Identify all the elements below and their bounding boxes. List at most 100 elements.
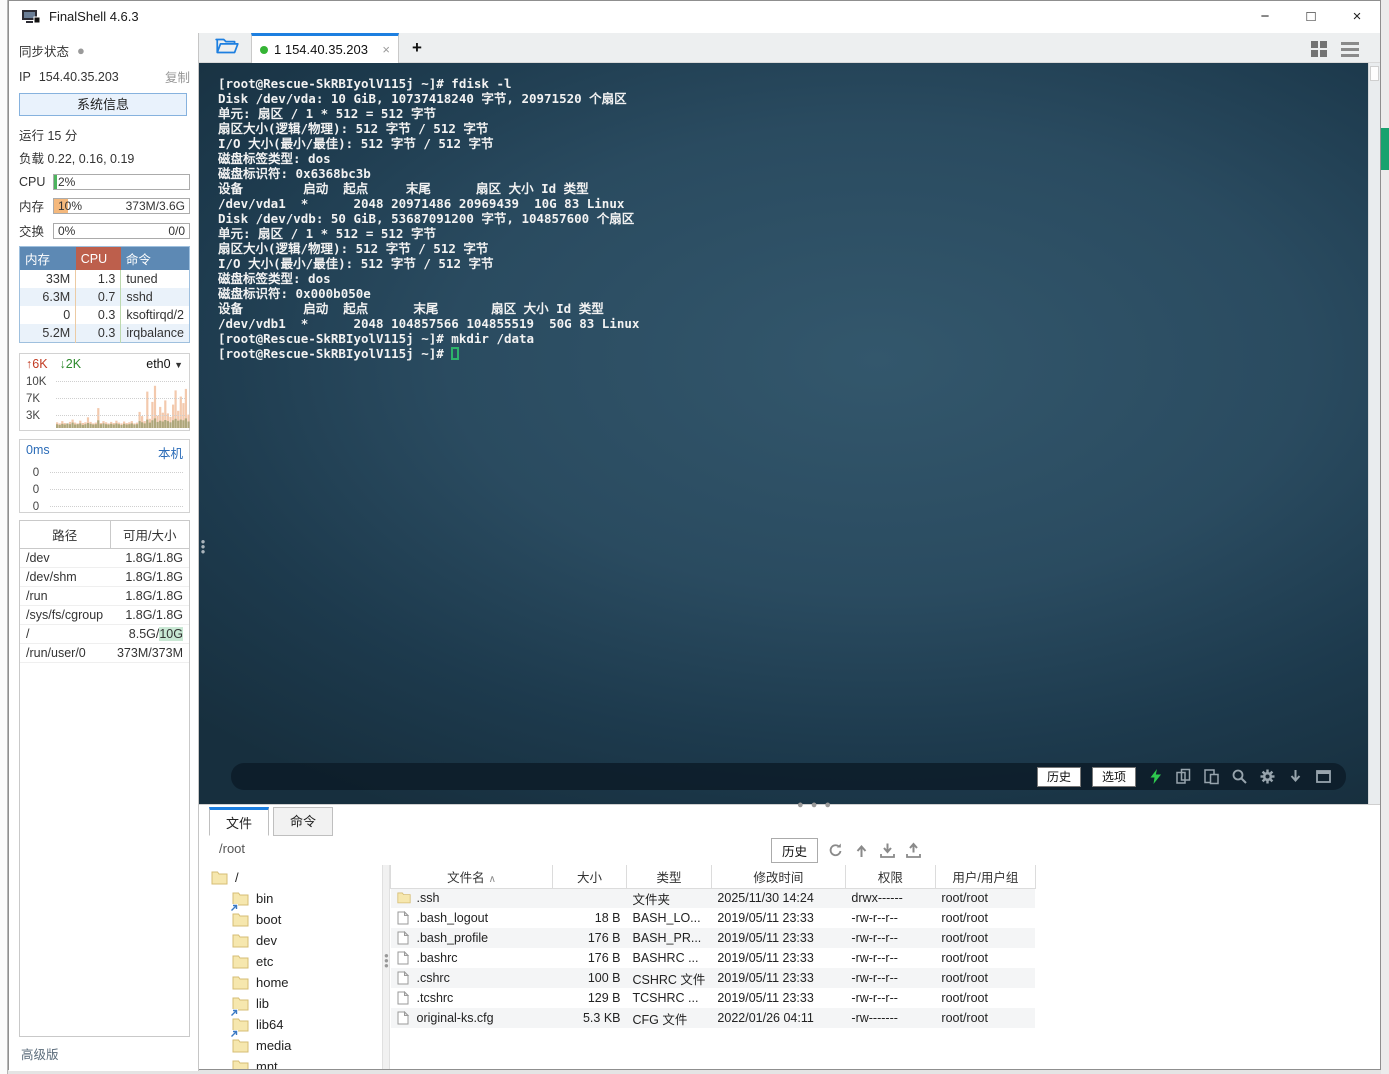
file-name-cell: original-ks.cfg [391,1008,553,1028]
file-size: 176 B [553,948,627,968]
terminal-scrollbar[interactable] [1368,63,1380,804]
disk-path: / [20,625,110,644]
uptime-label: 运行 15 分 [19,125,190,144]
options-button[interactable]: 选项 [1092,767,1136,787]
file-row[interactable]: .bash_logout18 BBASH_LO...2019/05/11 23:… [391,908,1036,928]
download-icon[interactable] [879,842,896,859]
tree-splitter[interactable]: ●●● [382,865,390,1069]
interface-selector[interactable]: eth0 ▼ [146,357,183,371]
window-icon[interactable] [1315,768,1332,785]
tree-item-bin[interactable]: bin [199,888,382,909]
folder-icon [232,933,249,948]
file-type: BASH_LO... [627,908,712,928]
settings-icon[interactable] [1259,768,1276,785]
file-permissions: -rw-r--r-- [845,988,935,1008]
new-tab-button[interactable]: + [405,35,429,61]
disk-usage-panel: 路径可用/大小 /dev1.8G/1.8G/dev/shm1.8G/1.8G/r… [19,520,190,1037]
path-history-button[interactable]: 历史 [771,838,818,863]
file-row[interactable]: original-ks.cfg5.3 KBCFG 文件2022/01/26 04… [391,1008,1036,1028]
system-info-button[interactable]: 系统信息 [19,93,187,116]
tab-session-1[interactable]: 1 154.40.35.203 × [251,33,399,63]
tab-files[interactable]: 文件 [209,807,269,836]
close-button[interactable]: × [1334,1,1380,33]
edition-label[interactable]: 高级版 [21,1044,59,1063]
file-table: 文件名∧大小类型修改时间权限用户/用户组 .ssh文件夹2025/11/30 1… [390,865,1036,1028]
file-name-cell: .tcshrc [391,988,553,1008]
terminal-line: [root@Rescue-SkRBIyolV115j ~]# mkdir /da… [218,331,1368,346]
tree-item-media[interactable]: media [199,1035,382,1056]
grid-view-icon[interactable] [1310,40,1328,58]
app-icon [21,9,41,25]
load-label: 负载 0.22, 0.16, 0.19 [19,148,190,167]
folder-icon [232,912,249,927]
refresh-icon[interactable] [827,842,844,859]
history-button[interactable]: 历史 [1037,767,1081,787]
tree-item-root[interactable]: / [199,867,382,888]
scrollbar-thumb[interactable] [1370,66,1379,81]
tab-commands[interactable]: 命令 [273,807,333,836]
tree-item-home[interactable]: home [199,972,382,993]
lightning-icon[interactable] [1147,768,1164,785]
meter-mem: 内存10%373M/3.6G [19,196,190,215]
path-bar[interactable]: /root 历史 [199,836,1380,864]
disk-usage: 1.8G/1.8G [110,587,189,606]
process-header-mem[interactable]: 内存 [20,247,76,271]
file-table-header-2[interactable]: 类型 [627,865,712,888]
meter-percent: 10% [58,199,82,213]
search-icon[interactable] [1231,768,1248,785]
network-chart: 10K7K3K [26,376,185,427]
file-table-header-4[interactable]: 权限 [845,865,935,888]
process-row: 5.2M0.3irqbalance [20,324,190,343]
process-header-cmd[interactable]: 命令 [121,247,190,271]
tree-item-label: dev [256,933,277,948]
file-table-header-3[interactable]: 修改时间 [711,865,845,888]
meter-bar: 0%0/0 [53,223,190,239]
tree-item-mnt[interactable]: mnt [199,1056,382,1069]
file-size: 18 B [553,908,627,928]
current-path[interactable]: /root [219,841,245,856]
download-arrow-icon[interactable] [1287,768,1304,785]
connection-manager-button[interactable] [209,36,245,61]
file-row[interactable]: .tcshrc129 BTCSHRC ...2019/05/11 23:33-r… [391,988,1036,1008]
copy-ip-link[interactable]: 复制 [165,67,190,86]
panel-resize-handle[interactable]: ● ● ● [797,799,833,811]
tree-item-lib64[interactable]: lib64 [199,1014,382,1035]
sync-status-label: 同步状态 [19,41,69,60]
maximize-button[interactable]: □ [1288,1,1334,33]
terminal-line: 扇区大小(逻辑/物理): 512 字节 / 512 字节 [218,241,1368,256]
tab-close-icon[interactable]: × [382,42,390,57]
tree-item-etc[interactable]: etc [199,951,382,972]
terminal-cursor [451,347,459,360]
file-type: 文件夹 [627,888,712,908]
transfer-up-icon[interactable] [853,842,870,859]
tree-item-boot[interactable]: boot [199,909,382,930]
copy-icon[interactable] [1175,768,1192,785]
file-table-header-0[interactable]: 文件名∧ [391,865,553,888]
file-table-header-1[interactable]: 大小 [553,865,627,888]
process-header-cpu[interactable]: CPU [76,247,121,271]
ping-gridline [50,489,183,490]
paste-icon[interactable] [1203,768,1220,785]
minimize-button[interactable]: − [1242,1,1288,33]
file-row[interactable]: .bashrc176 BBASHRC ...2019/05/11 23:33-r… [391,948,1036,968]
symlink-overlay-icon [230,1005,238,1013]
panel-tabs: 文件 命令 [199,807,333,836]
disk-total: 1.8G [156,608,183,622]
title-bar: FinalShell 4.6.3 − □ × [9,1,1380,33]
tree-item-lib[interactable]: lib [199,993,382,1014]
file-row[interactable]: .ssh文件夹2025/11/30 14:24drwx------root/ro… [391,888,1036,908]
disk-path: /run/user/0 [20,644,110,663]
process-command: tuned [121,270,190,288]
file-row[interactable]: .cshrc100 BCSHRC 文件2019/05/11 23:33-rw-r… [391,968,1036,988]
sidebar-splitter-handle[interactable]: ●●● [199,539,207,554]
menu-icon[interactable] [1340,40,1360,58]
upload-icon[interactable] [905,842,922,859]
terminal[interactable]: [root@Rescue-SkRBIyolV115j ~]# fdisk -lD… [199,63,1368,804]
ping-row: 0 [26,464,183,481]
file-row[interactable]: .bash_profile176 BBASH_PR...2019/05/11 2… [391,928,1036,948]
tree-item-dev[interactable]: dev [199,930,382,951]
file-name-wrap: original-ks.cfg [397,1011,547,1025]
file-table-header-5[interactable]: 用户/用户组 [935,865,1035,888]
header-label: 文件名 [447,871,485,885]
terminal-line: Disk /dev/vda: 10 GiB, 10737418240 字节, 2… [218,91,1368,106]
